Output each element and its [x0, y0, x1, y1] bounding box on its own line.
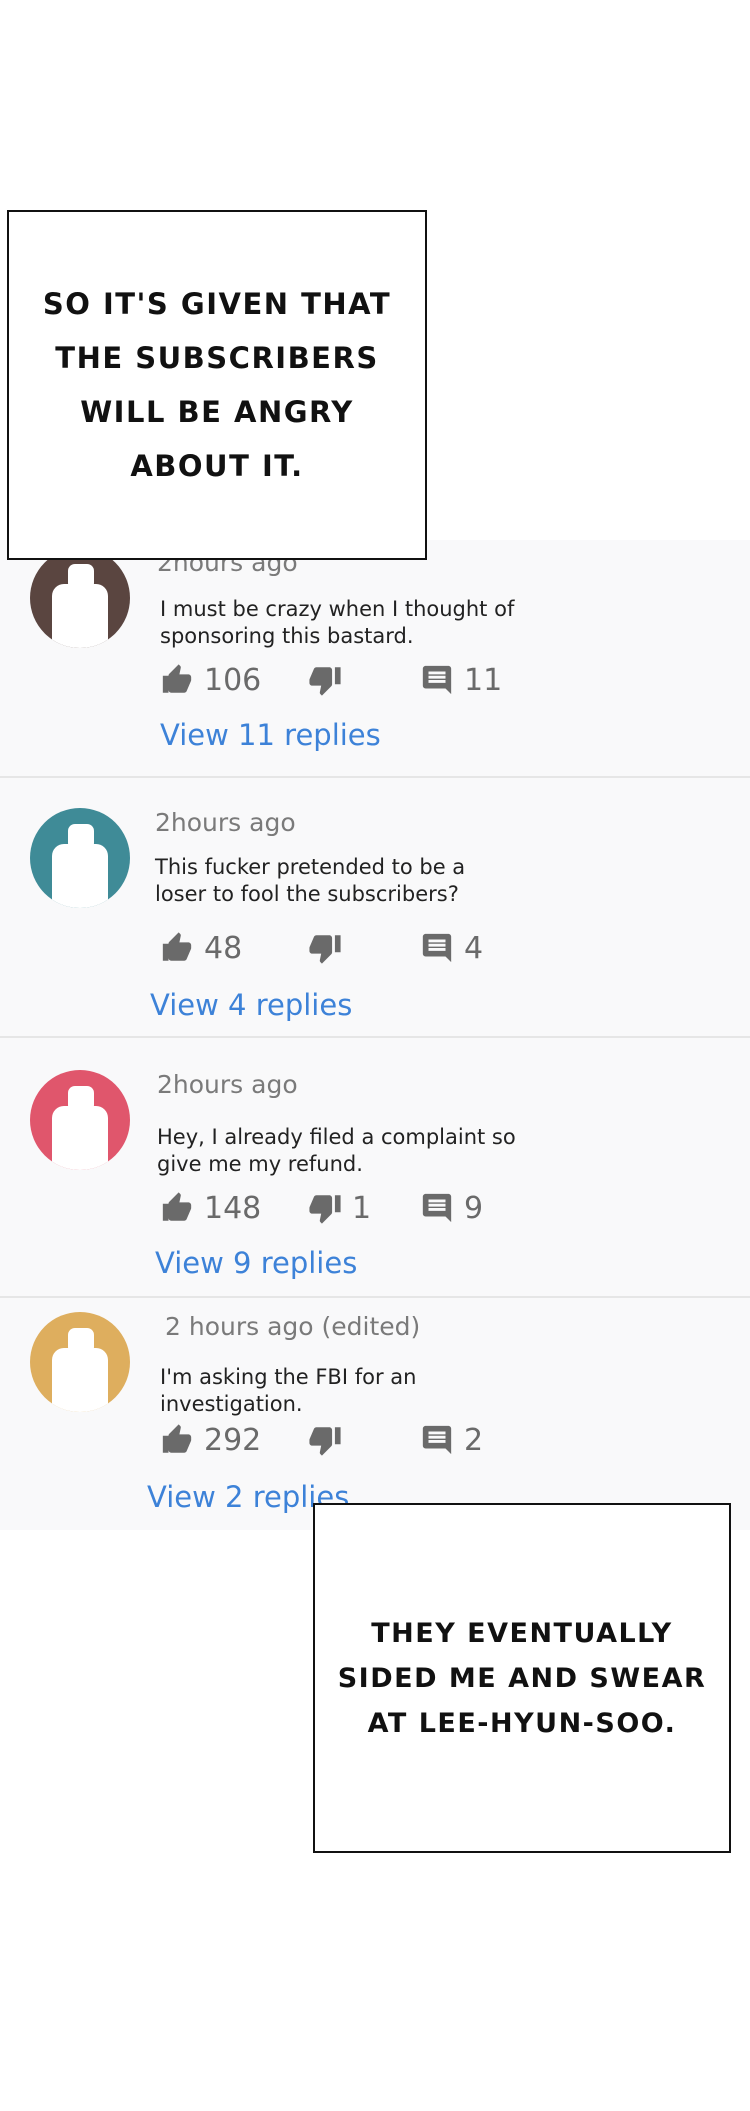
comment-text: This fucker pretended to be a loser to f… — [155, 855, 466, 906]
user-avatar[interactable] — [30, 1312, 130, 1412]
comment-actions: 292 2 — [160, 1420, 520, 1460]
reply-count: 11 — [464, 662, 503, 698]
comment-icon — [422, 1425, 452, 1455]
reply-button[interactable]: 9 — [420, 1188, 483, 1228]
comment-timestamp: 2 hours ago (edited) — [165, 1312, 421, 1341]
view-replies-link[interactable]: View 11 replies — [160, 718, 381, 752]
reply-button[interactable]: 4 — [420, 928, 483, 968]
user-avatar[interactable] — [30, 808, 130, 908]
thumbs-up-icon — [162, 932, 192, 961]
dislike-button[interactable]: 1 — [308, 1188, 371, 1228]
reply-count: 4 — [464, 930, 484, 966]
user-avatar[interactable] — [30, 1070, 130, 1170]
reply-button[interactable]: 2 — [420, 1420, 483, 1460]
dislike-button[interactable] — [308, 660, 352, 700]
view-replies-link[interactable]: View 9 replies — [155, 1246, 357, 1280]
comment-timestamp: 2hours ago — [155, 808, 296, 837]
thumbs-up-icon — [162, 1192, 192, 1221]
dislike-button[interactable] — [308, 1420, 352, 1460]
dislike-count: 1 — [352, 1190, 372, 1226]
dislike-button[interactable] — [308, 928, 352, 968]
like-button[interactable]: 48 — [160, 928, 242, 968]
comment-text: I'm asking the FBI for an investigation. — [160, 1365, 417, 1416]
comments-section: 2hours ago I must be crazy when I though… — [0, 540, 750, 1530]
like-button[interactable]: 106 — [160, 660, 261, 700]
comment-timestamp: 2hours ago — [157, 1070, 298, 1099]
comment-icon — [422, 933, 452, 963]
comment-text: I must be crazy when I thought of sponso… — [160, 597, 515, 648]
narration-caption-bottom: THEY EVENTUALLY SIDED ME AND SWEAR AT LE… — [313, 1503, 731, 1853]
comment-actions: 148 1 9 — [160, 1188, 520, 1228]
comment-actions: 106 11 — [160, 660, 520, 700]
like-button[interactable]: 292 — [160, 1420, 261, 1460]
comment-divider — [0, 776, 750, 778]
thumbs-down-icon — [309, 667, 341, 696]
comment-icon — [422, 665, 452, 695]
comment-divider — [0, 1296, 750, 1298]
thumbs-down-icon — [309, 1195, 341, 1224]
view-replies-link[interactable]: View 4 replies — [150, 988, 352, 1022]
avatar-body-shape — [52, 1106, 108, 1170]
user-avatar[interactable] — [30, 548, 130, 648]
reply-count: 9 — [464, 1190, 484, 1226]
thumbs-up-icon — [162, 1424, 192, 1453]
comment-divider — [0, 1036, 750, 1038]
comment-icon — [422, 1193, 452, 1223]
comment-actions: 48 4 — [160, 928, 520, 968]
avatar-body-shape — [52, 1348, 108, 1412]
thumbs-down-icon — [309, 935, 341, 964]
reply-count: 2 — [464, 1422, 484, 1458]
thumbs-down-icon — [309, 1427, 341, 1456]
like-count: 148 — [204, 1190, 262, 1226]
narration-caption-top: SO IT'S GIVEN THAT THE SUBSCRIBERS WILL … — [7, 210, 427, 560]
like-button[interactable]: 148 — [160, 1188, 261, 1228]
reply-button[interactable]: 11 — [420, 660, 502, 700]
avatar-body-shape — [52, 844, 108, 908]
thumbs-up-icon — [162, 664, 192, 693]
like-count: 106 — [204, 662, 262, 698]
like-count: 48 — [204, 930, 243, 966]
comment-text: Hey, I already filed a complaint so give… — [157, 1125, 516, 1176]
avatar-body-shape — [52, 584, 108, 648]
like-count: 292 — [204, 1422, 262, 1458]
